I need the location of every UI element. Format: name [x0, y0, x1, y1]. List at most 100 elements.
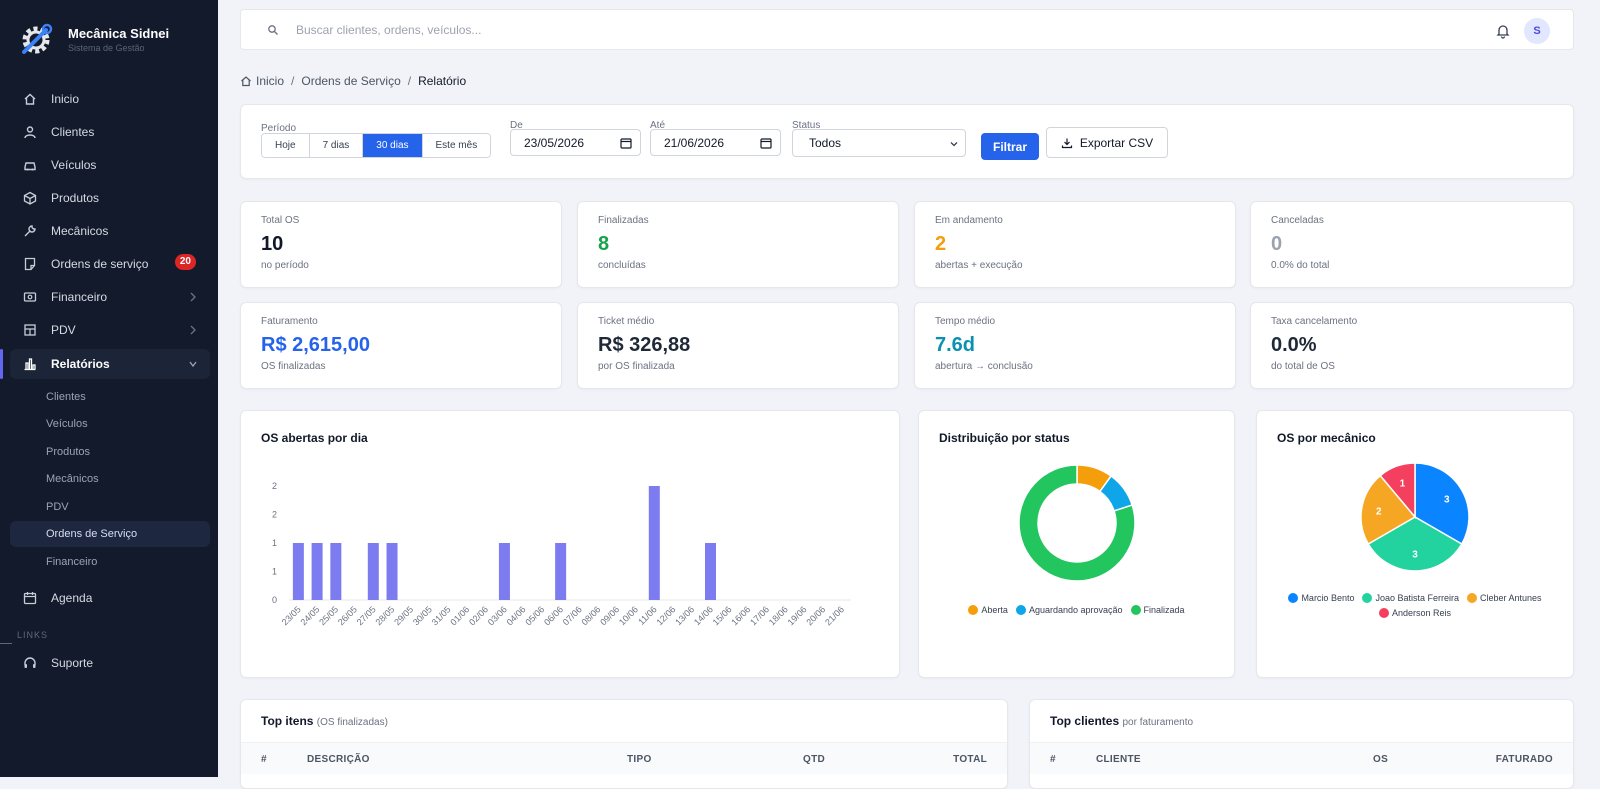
subnav-item-produtos[interactable]: Produtos	[10, 439, 210, 465]
kpi-label: Ticket médio	[598, 316, 655, 327]
breadcrumb-section[interactable]: Ordens de Serviço	[301, 74, 400, 88]
column-header[interactable]: DESCRIÇÃO	[307, 754, 370, 765]
x-tick-label: 18/06	[767, 604, 790, 627]
kpi-card-ticket-medio: Ticket médio R$ 326,88 por OS finalizada	[577, 302, 899, 389]
chart-title: OS abertas por dia	[261, 431, 368, 445]
sidebar-item-ordens-de-servico[interactable]: Ordens de serviço 20	[10, 249, 210, 279]
legend-label: Anderson Reis	[1391, 608, 1452, 618]
sidebar-item-agenda[interactable]: Agenda	[10, 583, 210, 613]
date-to-input[interactable]: 21/06/2026	[650, 129, 781, 156]
breadcrumb: Inicio / Ordens de Serviço / Relatório	[240, 74, 466, 88]
subnav-item-financeiro[interactable]: Financeiro	[10, 549, 210, 575]
period-option-7-dias[interactable]: 7 dias	[309, 134, 364, 157]
kpi-card-em-andamento: Em andamento 2 abertas + execução	[914, 201, 1236, 288]
sidebar-item-veiculos[interactable]: Veículos	[10, 150, 210, 180]
sidebar-item-inicio[interactable]: Inicio	[10, 84, 210, 114]
column-header[interactable]: OS	[1373, 754, 1388, 765]
legend-item[interactable]: Anderson Reis	[1378, 608, 1452, 618]
kpi-label: Tempo médio	[935, 316, 996, 327]
calendar-icon[interactable]	[620, 137, 632, 149]
y-tick-label: 1	[272, 567, 277, 577]
bell-icon[interactable]	[1495, 23, 1511, 39]
subnav-item-mecanicos[interactable]: Mecânicos	[10, 466, 210, 492]
bar	[311, 543, 323, 600]
table-title: Top itens (OS finalizadas)	[261, 714, 388, 728]
x-tick-label: 03/06	[486, 604, 509, 627]
subnav-item-pdv[interactable]: PDV	[10, 494, 210, 520]
legend-item[interactable]: Aberta	[968, 605, 1008, 615]
period-option-30-dias[interactable]: 30 dias	[363, 134, 423, 157]
legend-label: Joao Batista Ferreira	[1375, 593, 1460, 603]
column-header[interactable]: #	[1050, 754, 1056, 765]
sidebar-item-suporte[interactable]: Suporte	[10, 648, 210, 678]
bar-chart-card: OS abertas por dia 0 1 1 2 2 23/05 24/05 25/05 2…	[240, 410, 900, 678]
x-tick-label: 10/06	[617, 604, 640, 627]
sidebar-item-produtos[interactable]: Produtos	[10, 183, 210, 213]
sidebar: Mecânica Sidnei Sistema de Gestão Inicio…	[0, 0, 218, 777]
legend-label: Finalizada	[1143, 605, 1185, 615]
legend-item[interactable]: Aguardando aprovação	[1015, 605, 1123, 615]
chevron-down-icon	[950, 142, 958, 147]
x-tick-label: 26/05	[336, 604, 359, 627]
legend-item[interactable]: Joao Batista Ferreira	[1362, 593, 1459, 603]
table-header: # DESCRIÇÃO TIPO QTD TOTAL	[241, 742, 1007, 774]
subnav-item-ordens-de-servico[interactable]: Ordens de Serviço	[10, 521, 210, 547]
sidebar-item-relatorios[interactable]: Relatórios	[0, 349, 210, 379]
breadcrumb-home[interactable]: Inicio	[256, 74, 284, 88]
legend-item[interactable]: Cleber Antunes	[1467, 593, 1542, 603]
filter-button[interactable]: Filtrar	[981, 133, 1039, 160]
download-icon	[1061, 138, 1072, 148]
subnav-item-clientes[interactable]: Clientes	[10, 384, 210, 410]
kpi-subtext: no período	[261, 260, 309, 271]
x-tick-label: 19/06	[786, 604, 809, 627]
legend-swatch	[1288, 593, 1299, 603]
column-header[interactable]: #	[261, 754, 267, 765]
home-icon	[22, 91, 38, 107]
subnav-item-veiculos[interactable]: Veículos	[10, 411, 210, 437]
kpi-subtext: por OS finalizada	[598, 361, 675, 372]
sidebar-item-label: Agenda	[51, 591, 93, 605]
table-title-text: Top clientes	[1050, 714, 1120, 728]
period-option-hoje[interactable]: Hoje	[262, 134, 310, 157]
avatar[interactable]: S	[1524, 18, 1550, 44]
kpi-value: 7.6d	[935, 334, 976, 356]
search-input[interactable]	[296, 20, 896, 40]
column-header[interactable]: TIPO	[627, 754, 652, 765]
filter-panel: Período Hoje 7 dias 30 dias Este mês De …	[240, 104, 1574, 179]
pie-data-label: 3	[1412, 550, 1418, 561]
kpi-subtext: concluídas	[598, 260, 646, 271]
sidebar-item-pdv[interactable]: PDV	[10, 315, 210, 345]
column-header[interactable]: TOTAL	[953, 754, 987, 765]
pie-data-label: 2	[1376, 507, 1382, 518]
chart-legend: Marcio Bento Joao Batista Ferreira Cleber …	[1277, 593, 1553, 623]
y-tick-label: 2	[272, 481, 277, 491]
user-icon	[22, 124, 38, 140]
sidebar-item-label: Produtos	[51, 191, 100, 205]
export-csv-button[interactable]: Exportar CSV	[1046, 127, 1168, 158]
legend-item[interactable]: Finalizada	[1130, 605, 1185, 615]
period-option-este-mes[interactable]: Este mês	[422, 134, 491, 157]
kpi-value: 10	[261, 233, 284, 255]
chart-title: Distribuição por status	[939, 431, 1070, 445]
column-header[interactable]: CLIENTE	[1096, 754, 1141, 765]
sidebar-item-financeiro[interactable]: Financeiro	[10, 282, 210, 312]
search-icon	[268, 25, 278, 35]
kpi-label: Canceladas	[1271, 215, 1324, 226]
legend-item[interactable]: Marcio Bento	[1288, 593, 1354, 603]
donut-chart-card: Distribuição por status Aberta Aguardando…	[918, 410, 1235, 678]
date-from-input[interactable]: 23/05/2026	[510, 129, 641, 156]
x-tick-label: 04/06	[505, 604, 528, 627]
chart-legend: Aberta Aguardando aprovação Finalizada	[929, 605, 1224, 620]
column-header[interactable]: QTD	[803, 754, 825, 765]
x-tick-label: 27/05	[355, 604, 378, 627]
sidebar-item-clientes[interactable]: Clientes	[10, 117, 210, 147]
column-header[interactable]: FATURADO	[1496, 754, 1553, 765]
x-tick-label: 02/06	[467, 604, 490, 627]
status-select[interactable]: Todos	[792, 129, 966, 157]
calendar-icon[interactable]	[760, 137, 772, 149]
sidebar-item-mecanicos[interactable]: Mecânicos	[10, 216, 210, 246]
brand[interactable]: Mecânica Sidnei Sistema de Gestão	[18, 22, 169, 58]
kpi-label: Em andamento	[935, 215, 1003, 226]
box-icon	[22, 190, 38, 206]
top-itens-card: Top itens (OS finalizadas) # DESCRIÇÃO T…	[240, 699, 1008, 789]
